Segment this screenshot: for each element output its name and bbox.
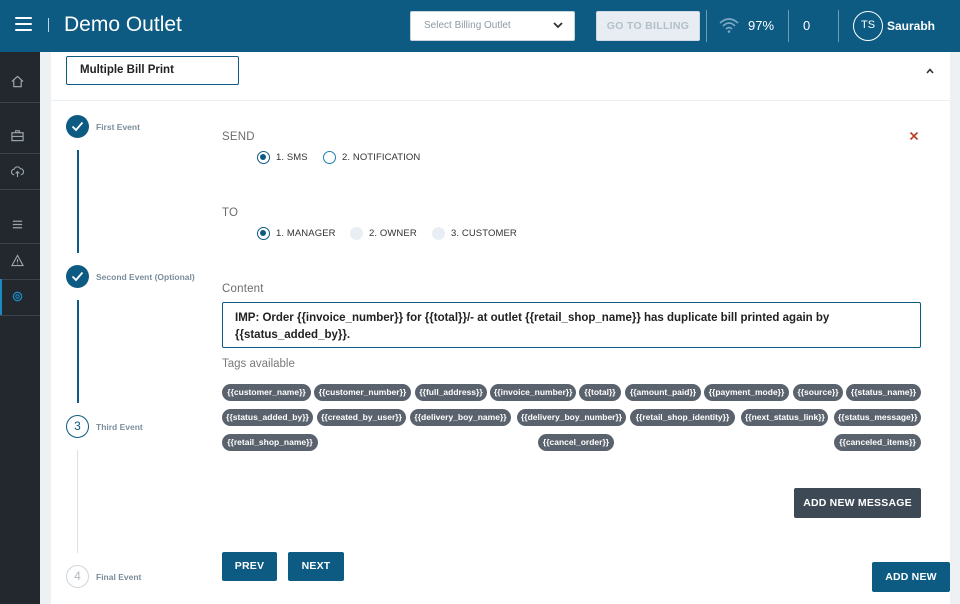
avatar[interactable]: TS	[853, 11, 883, 41]
to-customer-label[interactable]: 3. CUSTOMER	[451, 228, 517, 239]
tag-chip[interactable]: {{invoice_number}}	[490, 384, 576, 401]
to-manager-radio[interactable]	[257, 227, 270, 240]
close-icon[interactable]	[909, 131, 919, 141]
tag-chip[interactable]: {{retail_shop_name}}	[222, 434, 318, 451]
app-title: Demo Outlet	[64, 13, 182, 36]
list-icon	[12, 220, 23, 229]
step-1-label[interactable]: First Event	[96, 122, 140, 132]
content-label: Content	[222, 283, 264, 295]
tag-chip[interactable]: {{total}}	[579, 384, 621, 401]
user-name[interactable]: Saurabh	[887, 19, 935, 33]
prev-button[interactable]: PREV	[222, 552, 277, 581]
tag-chip[interactable]: {{delivery_boy_number}}	[517, 409, 626, 426]
tag-chip[interactable]: {{cancel_order}}	[538, 434, 614, 451]
tag-chip[interactable]: {{next_status_link}}	[741, 409, 828, 426]
step-3-number[interactable]: 3	[66, 415, 89, 438]
tag-chip[interactable]: {{status_message}}	[834, 409, 921, 426]
home-icon	[11, 75, 24, 88]
divider	[48, 18, 49, 32]
billing-outlet-select[interactable]: Select Billing Outlet	[410, 11, 575, 41]
divider	[0, 189, 40, 190]
tag-chip[interactable]: {{payment_mode}}	[704, 384, 789, 401]
settings-icon	[12, 291, 23, 302]
cloud-upload-icon	[11, 166, 24, 178]
send-notification-radio[interactable]	[323, 151, 336, 164]
wifi-icon	[719, 18, 739, 33]
send-sms-label[interactable]: 1. SMS	[276, 152, 308, 163]
menu-icon[interactable]	[15, 17, 32, 31]
tag-chip[interactable]: {{created_by_user}}	[317, 409, 406, 426]
sidebar-item-home[interactable]	[0, 64, 40, 100]
divider	[706, 10, 707, 42]
check-icon	[71, 271, 84, 282]
send-notification-label[interactable]: 2. NOTIFICATION	[342, 152, 420, 163]
top-bar: Demo Outlet Select Billing Outlet GO TO …	[0, 0, 960, 52]
send-sms-radio[interactable]	[257, 151, 270, 164]
billing-outlet-placeholder: Select Billing Outlet	[424, 20, 511, 31]
to-customer-radio[interactable]	[432, 227, 445, 240]
sidebar-item-alerts[interactable]	[0, 243, 40, 279]
to-owner-label[interactable]: 2. OWNER	[369, 228, 417, 239]
tag-chip[interactable]: {{customer_name}}	[222, 384, 311, 401]
step-1-check[interactable]	[66, 115, 89, 138]
sidebar	[0, 52, 40, 604]
sidebar-item-inventory[interactable]	[0, 118, 40, 154]
check-icon	[71, 121, 84, 132]
send-label: SEND	[222, 131, 255, 143]
divider	[788, 10, 789, 42]
tag-chip[interactable]: {{full_address}}	[415, 384, 487, 401]
warning-icon	[11, 254, 24, 267]
divider	[51, 100, 950, 101]
to-label: TO	[222, 207, 239, 219]
tag-chip[interactable]: {{canceled_items}}	[834, 434, 921, 451]
chevron-down-icon	[553, 22, 563, 29]
step-connector	[77, 300, 79, 403]
next-button[interactable]: NEXT	[288, 552, 344, 581]
step-3-label[interactable]: Third Event	[96, 422, 143, 432]
battery-percentage: 97%	[748, 18, 775, 33]
step-4-number[interactable]: 4	[66, 565, 89, 588]
tag-chip[interactable]: {{delivery_boy_name}}	[410, 409, 511, 426]
divider	[0, 102, 40, 103]
to-manager-label[interactable]: 1. MANAGER	[276, 228, 336, 239]
tag-chip[interactable]: {{status_name}}	[846, 384, 921, 401]
tag-chip[interactable]: {{amount_paid}}	[625, 384, 701, 401]
tag-chip[interactable]: {{customer_number}}	[314, 384, 411, 401]
notification-count[interactable]: 0	[803, 18, 810, 33]
to-owner-radio[interactable]	[350, 227, 363, 240]
tag-chip[interactable]: {{source}}	[793, 384, 843, 401]
step-connector	[77, 150, 79, 253]
message-content-field[interactable]: IMP: Order {{invoice_number}} for {{tota…	[222, 302, 921, 348]
add-new-message-button[interactable]: ADD NEW MESSAGE	[794, 488, 921, 518]
step-2-label[interactable]: Second Event (Optional)	[96, 272, 195, 282]
divider	[0, 315, 40, 316]
tags-available-label: Tags available	[222, 358, 295, 370]
go-to-billing-button[interactable]: GO TO BILLING	[596, 11, 700, 41]
step-4-label[interactable]: Final Event	[96, 572, 141, 582]
tag-chip[interactable]: {{status_added_by}}	[222, 409, 313, 426]
event-name-input[interactable]: Multiple Bill Print	[66, 56, 239, 85]
tag-chip[interactable]: {{retail_shop_identity}}	[630, 409, 735, 426]
briefcase-icon	[11, 130, 24, 142]
sidebar-item-upload[interactable]	[0, 154, 40, 190]
add-new-button[interactable]: ADD NEW	[872, 562, 950, 592]
step-2-check[interactable]	[66, 265, 89, 288]
active-indicator	[0, 279, 2, 315]
sidebar-item-settings[interactable]	[0, 279, 40, 315]
sidebar-item-list[interactable]	[0, 207, 40, 243]
divider	[838, 10, 839, 42]
chevron-up-icon[interactable]	[925, 67, 935, 75]
step-connector	[77, 450, 78, 553]
